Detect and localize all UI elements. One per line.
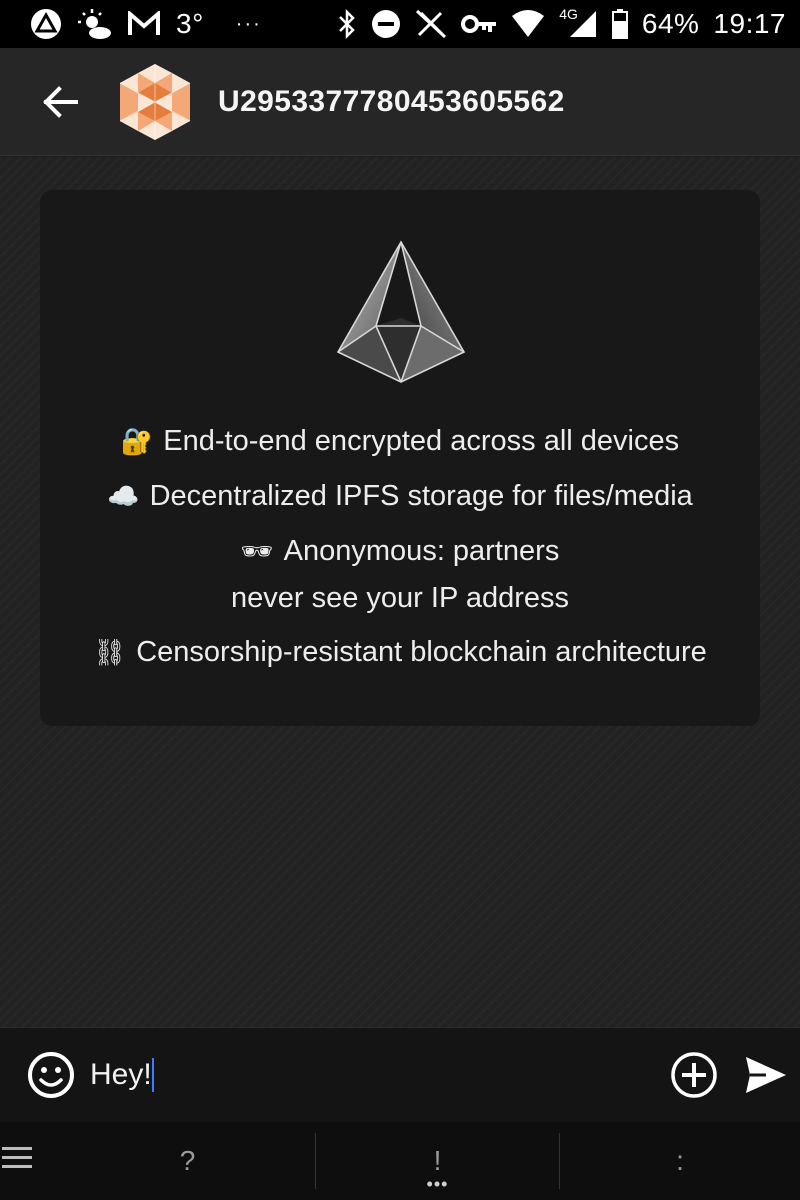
battery-icon	[611, 9, 628, 39]
identicon-icon	[119, 63, 191, 140]
bluetooth-icon	[337, 9, 357, 39]
hamburger-menu-icon	[2, 1146, 32, 1168]
send-icon[interactable]	[744, 1053, 788, 1097]
feature-encryption: 🔐 End-to-end encrypted across all devices	[40, 422, 760, 461]
contact-avatar[interactable]	[118, 62, 192, 142]
feature-blockchain-text: Censorship-resistant blockchain architec…	[136, 636, 707, 668]
wifi-icon	[511, 10, 545, 38]
battery-percent: 64%	[641, 8, 700, 39]
network-type: 4G	[559, 6, 578, 22]
feature-anonymous-text-line2: never see your IP address	[231, 582, 569, 614]
feature-storage: ☁️ Decentralized IPFS storage for files/m…	[40, 477, 760, 516]
more-suggestions-indicator: •••	[426, 1174, 449, 1194]
feature-blockchain: ⛓ Censorship-resistant blockchain archite…	[40, 633, 760, 672]
text-caret	[151, 1058, 154, 1092]
temperature: 3°	[176, 8, 204, 39]
feature-encryption-text: End-to-end encrypted across all devices	[163, 425, 680, 457]
suggestion-exclamation-mark-label: !	[433, 1145, 442, 1176]
chat-area: 🔐 End-to-end encrypted across all devices…	[0, 157, 800, 1027]
keyboard-menu-button[interactable]	[0, 1145, 60, 1178]
suggestion-colon-label: :	[676, 1145, 684, 1176]
suggestion-question-mark-label: ?	[179, 1145, 196, 1176]
cloud-icon: ☁️	[107, 482, 140, 512]
suggestion-colon[interactable]: :	[560, 1133, 800, 1189]
suggestion-exclamation-mark[interactable]: ! •••	[316, 1133, 559, 1194]
message-input-text[interactable]: Hey!	[90, 1058, 152, 1092]
feature-anonymous-text: Anonymous: partners	[283, 535, 560, 567]
suggestion-question-mark[interactable]: ?	[60, 1133, 315, 1189]
status-bar: 3° ··· 4G 64% 19:17	[0, 0, 800, 48]
chat-header: U2953377780453605562	[0, 48, 800, 156]
feature-anonymous: 🕶 Anonymous: partners never see your IP ad…	[40, 532, 760, 617]
message-composer: Hey!	[0, 1027, 800, 1122]
keyboard-suggestion-bar: ? ! ••• :	[0, 1122, 800, 1200]
feature-list: 🔐 End-to-end encrypted across all devices…	[40, 422, 760, 688]
clock: 19:17	[713, 8, 786, 39]
do-not-disturb-icon	[371, 9, 401, 39]
message-input[interactable]: Hey!	[90, 1058, 630, 1092]
back-button[interactable]	[20, 62, 100, 142]
gmail-icon	[128, 11, 160, 37]
feature-storage-text: Decentralized IPFS storage for files/med…	[149, 480, 693, 512]
tools-off-icon	[415, 9, 447, 39]
cellular-signal-icon: 4G	[559, 6, 598, 39]
chains-icon: ⛓	[93, 638, 127, 668]
weather-icon	[78, 9, 112, 39]
chat-title: U2953377780453605562	[218, 84, 565, 118]
sunglasses-icon: 🕶	[240, 537, 274, 567]
attach-plus-icon[interactable]	[670, 1051, 718, 1099]
welcome-card: 🔐 End-to-end encrypted across all devices…	[40, 190, 760, 726]
arrow-left-icon	[43, 85, 78, 118]
lock-key-icon: 🔐	[120, 427, 154, 457]
vpn-key-icon	[461, 13, 497, 35]
adamant-logo-icon	[336, 240, 466, 383]
more-notifications-indicator: ···	[235, 12, 262, 35]
emoji-picker-icon[interactable]	[26, 1050, 76, 1100]
adamant-notification-icon	[30, 8, 62, 40]
